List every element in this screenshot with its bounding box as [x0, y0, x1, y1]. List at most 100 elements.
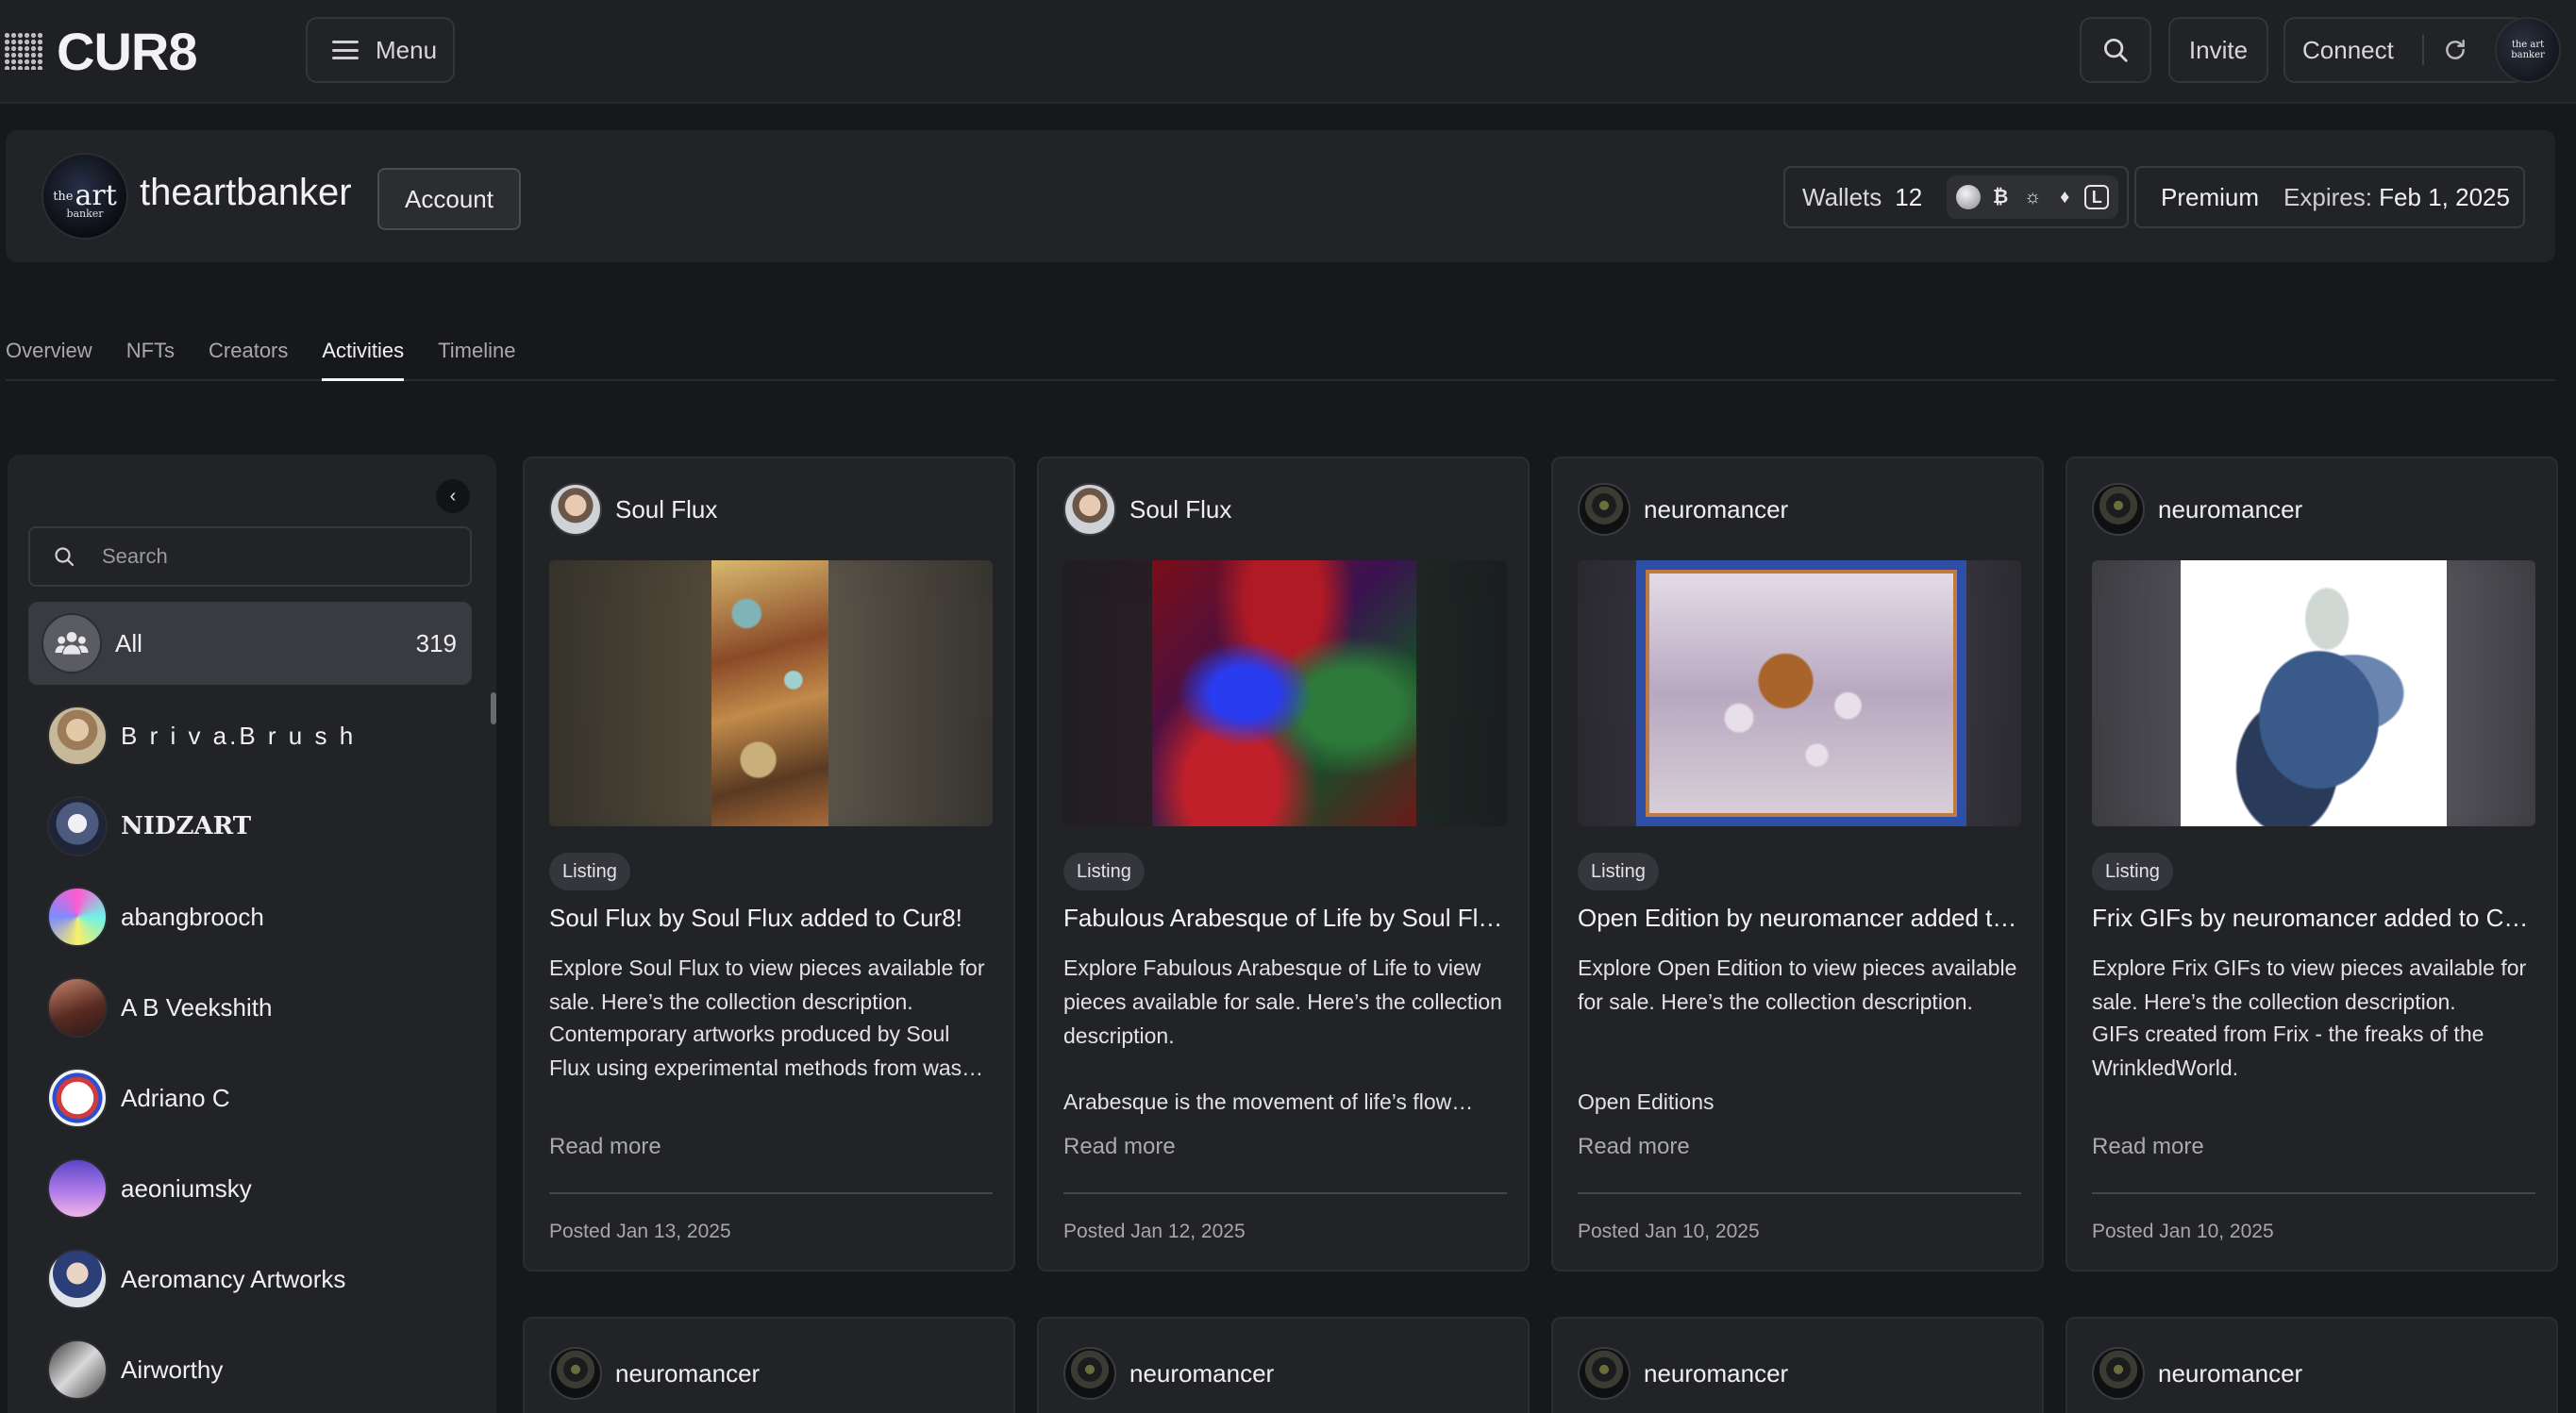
card-description: Explore Soul Flux to view pieces availab…	[549, 956, 985, 1014]
creator-search	[28, 526, 472, 587]
creator-item[interactable]: A B Veekshith	[28, 962, 472, 1053]
creator-avatar	[47, 706, 108, 766]
card-author[interactable]: neuromancer	[1578, 1347, 1788, 1400]
author-name: neuromancer	[615, 1358, 761, 1388]
activity-card[interactable]: neuromancer	[1551, 1317, 2044, 1413]
posted-date: Posted Jan 13, 2025	[549, 1221, 731, 1242]
artwork-image	[1152, 560, 1416, 826]
author-avatar	[1578, 1347, 1631, 1400]
card-collection-text: Open Editions	[1578, 1089, 1715, 1114]
author-name: Soul Flux	[1129, 494, 1232, 524]
activity-card[interactable]: Soul Flux Listing Soul Flux by Soul Flux…	[523, 457, 1015, 1272]
card-author[interactable]: Soul Flux	[549, 483, 717, 536]
activity-card[interactable]: neuromancer Listing Open Edition by neur…	[1551, 457, 2044, 1272]
creator-item[interactable]: Aeromancy Artworks	[28, 1234, 472, 1324]
card-description: Explore Fabulous Arabesque of Life to vi…	[1063, 956, 1502, 1048]
posted-date: Posted Jan 10, 2025	[2092, 1221, 2274, 1242]
logo-grid-icon	[4, 32, 43, 70]
connect-button[interactable]: Connect	[2283, 17, 2525, 83]
wallets-button[interactable]: Wallets 12 ₿ ☼ ♦ L	[1783, 166, 2129, 228]
creator-name: A B Veekshith	[121, 992, 273, 1022]
profile-header: the art banker theartbanker Account Wall…	[6, 130, 2555, 262]
artwork-image	[711, 560, 828, 826]
wallets-label: Wallets	[1802, 182, 1882, 211]
artwork-image	[1636, 560, 1966, 826]
sidebar-scrollbar[interactable]	[491, 692, 496, 724]
collection-image[interactable]	[1063, 560, 1507, 826]
refresh-icon[interactable]	[2443, 38, 2467, 62]
creator-name: abangbrooch	[121, 902, 264, 931]
card-collection-text: GIFs created from Frix - the freaks of t…	[2092, 1022, 2484, 1080]
tab-activities[interactable]: Activities	[322, 334, 405, 381]
search-button[interactable]	[2080, 17, 2151, 83]
creator-avatar	[47, 1339, 108, 1400]
logo[interactable]: CUR8	[4, 21, 197, 81]
collapse-sidebar-button[interactable]: ‹	[436, 479, 470, 513]
tab-timeline[interactable]: Timeline	[438, 334, 515, 381]
activity-card[interactable]: neuromancer	[1037, 1317, 1530, 1413]
menu-button[interactable]: Menu	[306, 17, 455, 83]
tab-creators[interactable]: Creators	[209, 334, 288, 381]
hamburger-icon	[332, 41, 359, 59]
premium-expiry: Expires: Feb 1, 2025	[2283, 182, 2510, 211]
wallets-count: 12	[1895, 182, 1923, 211]
read-more-link[interactable]: Read more	[2092, 1134, 2204, 1160]
posted-date: Posted Jan 10, 2025	[1578, 1221, 1760, 1242]
activity-card[interactable]: neuromancer Listing Frix GIFs by neuroma…	[2066, 457, 2558, 1272]
invite-button[interactable]: Invite	[2168, 17, 2268, 83]
wallet-chain-icons: ₿ ☼ ♦ L	[1947, 175, 2119, 219]
author-name: neuromancer	[1644, 494, 1789, 524]
creator-avatar	[47, 1249, 108, 1309]
bitcoin-icon: ₿	[1993, 186, 2009, 208]
author-name: neuromancer	[1129, 1358, 1275, 1388]
author-avatar	[549, 483, 602, 536]
creator-item[interactable]: abangbrooch	[28, 872, 472, 962]
card-author[interactable]: neuromancer	[1063, 1347, 1274, 1400]
tab-nfts[interactable]: NFTs	[126, 334, 175, 381]
activity-card[interactable]: Soul Flux Listing Fabulous Arabesque of …	[1037, 457, 1530, 1272]
read-more-link[interactable]: Read more	[1578, 1134, 1690, 1160]
creator-filter-all[interactable]: All 319	[28, 602, 472, 685]
profile-tabs: Overview NFTs Creators Activities Timeli…	[6, 334, 2555, 381]
creator-search-input[interactable]	[102, 544, 442, 569]
creator-list: All 319 B r i v a.B r u s h NIDZART aban…	[28, 602, 472, 1413]
premium-status[interactable]: Premium Expires: Feb 1, 2025	[2134, 166, 2525, 228]
activity-card[interactable]: neuromancer	[523, 1317, 1015, 1413]
collection-image[interactable]	[2092, 560, 2535, 826]
creator-all-label: All	[115, 628, 142, 657]
connect-divider	[2421, 35, 2424, 65]
listing-badge: Listing	[1063, 853, 1145, 890]
collection-image[interactable]	[1578, 560, 2021, 826]
author-avatar	[1063, 1347, 1116, 1400]
tab-overview[interactable]: Overview	[6, 334, 92, 381]
card-author[interactable]: neuromancer	[2092, 1347, 2302, 1400]
creator-sidebar: ‹ All 319 B r i v a.B r u s h NIDZART ab…	[8, 455, 496, 1413]
card-author[interactable]: Soul Flux	[1063, 483, 1231, 536]
creator-item[interactable]: Airworthy	[28, 1324, 472, 1413]
user-avatar[interactable]: the art banker	[2495, 17, 2561, 83]
card-title: Fabulous Arabesque of Life by Soul Flux …	[1063, 904, 1511, 932]
read-more-link[interactable]: Read more	[549, 1134, 661, 1160]
collection-image[interactable]	[549, 560, 993, 826]
creator-item[interactable]: B r i v a.B r u s h	[28, 690, 472, 781]
creator-item[interactable]: aeoniumsky	[28, 1143, 472, 1234]
account-button[interactable]: Account	[377, 168, 521, 230]
creator-name: aeoniumsky	[121, 1173, 252, 1203]
read-more-link[interactable]: Read more	[1063, 1134, 1176, 1160]
listing-badge: Listing	[1578, 853, 1659, 890]
search-icon	[2104, 39, 2128, 62]
card-author[interactable]: neuromancer	[549, 1347, 760, 1400]
creator-item[interactable]: Adriano C	[28, 1053, 472, 1143]
connect-label: Connect	[2302, 35, 2394, 64]
card-title: Frix GIFs by neuromancer added to Cur8!	[2092, 904, 2539, 932]
creator-name: Adriano C	[121, 1083, 230, 1112]
artwork-image	[2181, 560, 2447, 826]
card-author[interactable]: neuromancer	[2092, 483, 2302, 536]
posted-date: Posted Jan 12, 2025	[1063, 1221, 1246, 1242]
activity-card[interactable]: neuromancer	[2066, 1317, 2558, 1413]
author-name: neuromancer	[2158, 494, 2303, 524]
author-avatar	[2092, 483, 2145, 536]
creator-item[interactable]: NIDZART	[28, 781, 472, 872]
card-author[interactable]: neuromancer	[1578, 483, 1788, 536]
search-icon	[55, 547, 75, 567]
